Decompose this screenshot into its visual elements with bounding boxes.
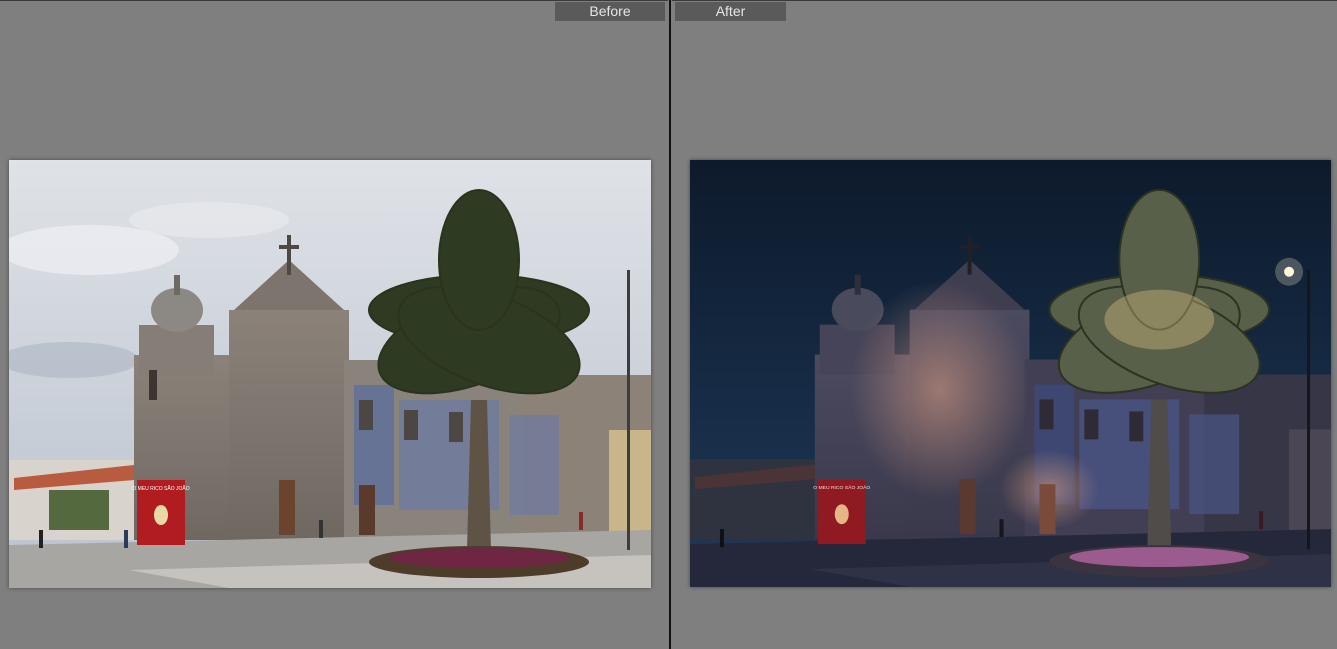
poster-text-before: O MEU RICO SÃO JOÃO bbox=[132, 485, 189, 492]
after-pane: After O MEU RICO SÃO JOÃO bbox=[672, 0, 1337, 649]
church-night-image: O MEU RICO SÃO JOÃO bbox=[690, 160, 1331, 587]
before-photo[interactable]: O MEU RICO SÃO JOÃO bbox=[9, 160, 651, 588]
church-day-image: O MEU RICO SÃO JOÃO bbox=[9, 160, 651, 588]
before-label: Before bbox=[555, 2, 665, 21]
before-pane: Before O MEU RICO SÃO JOÃO bbox=[0, 0, 668, 649]
after-label: After bbox=[675, 2, 786, 21]
divider-line bbox=[669, 0, 671, 649]
poster-text-after: O MEU RICO SÃO JOÃO bbox=[813, 484, 870, 491]
after-photo[interactable]: O MEU RICO SÃO JOÃO bbox=[690, 160, 1331, 587]
